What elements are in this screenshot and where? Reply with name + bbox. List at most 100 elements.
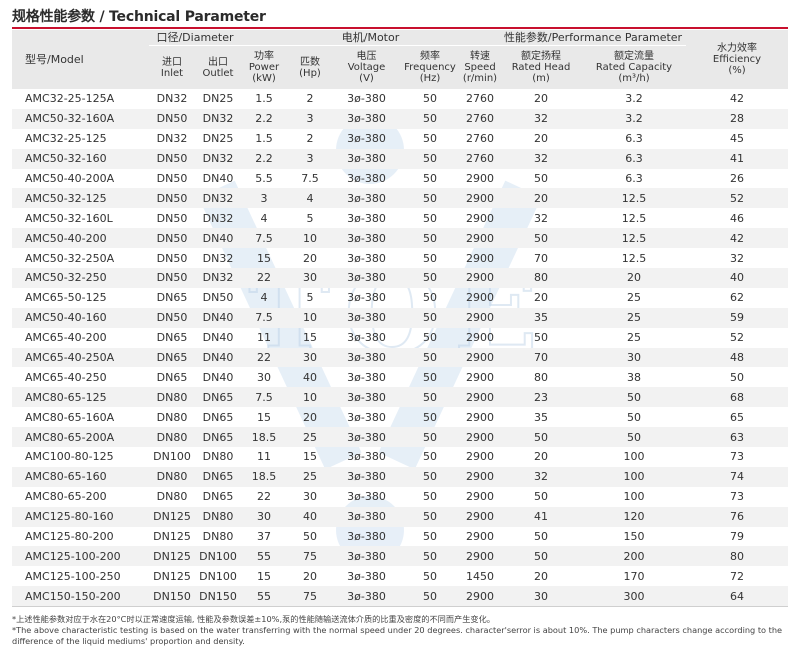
head-cn: 额定扬程 <box>521 51 561 62</box>
table-cell: 55 <box>241 546 287 567</box>
table-cell: 4 <box>260 211 268 225</box>
table-cell: 55 <box>241 586 287 608</box>
hp-cn: 匹数 <box>300 56 320 68</box>
table-cell: 76 <box>686 506 789 527</box>
table-cell: 41 <box>686 148 789 169</box>
header-outlet: 出口 Outlet <box>195 45 241 89</box>
table-cell: 3ø-380 <box>347 370 386 384</box>
table-cell: AMC65-50-125 <box>25 291 107 305</box>
table-cell: 10 <box>287 307 333 328</box>
table-cell: DN150 <box>149 586 195 608</box>
table-cell: 30 <box>241 506 287 527</box>
table-cell: 50 <box>400 427 460 448</box>
table-cell: 30 <box>287 268 333 288</box>
table-cell: DN32 <box>202 251 234 265</box>
footnote-cn: *上述性能参数对应于水在20°C时以正常速度运输, 性能及参数误差±10%,泵的… <box>12 614 495 624</box>
table-cell: 50 <box>400 228 460 249</box>
table-cell: DN150 <box>195 586 241 608</box>
table-cell: 40 <box>287 506 333 527</box>
table-cell: 2900 <box>466 291 494 305</box>
table-cell: 20 <box>534 569 548 583</box>
table-cell: 40 <box>686 268 789 288</box>
table-cell: 2 <box>306 132 314 146</box>
table-cell: 70 <box>534 251 548 265</box>
table-cell: 2900 <box>466 172 494 185</box>
table-cell: 3ø-380 <box>347 172 386 185</box>
table-cell: 300 <box>582 586 687 608</box>
table-cell: 50 <box>627 410 641 424</box>
table-cell: AMC80-65-200A <box>12 427 149 448</box>
table-cell: 18.5 <box>241 427 287 448</box>
header-rated-capacity: 额定流量 Rated Capacity (m³/h) <box>582 45 687 89</box>
table-cell: 3ø-380 <box>333 546 400 567</box>
table-cell: 3 <box>241 188 287 209</box>
table-row: AMC50-32-160L DN50 DN32 4 5 3ø-380 50 2900 32 12.… <box>12 208 788 228</box>
table-cell: 59 <box>686 307 789 328</box>
table-cell: 50 <box>582 427 687 448</box>
efficiency-en: Efficiency <box>712 54 762 65</box>
table-row: AMC125-80-160 DN125 DN80 30 40 3ø-380 50 2900 41… <box>12 506 789 527</box>
table-cell: 50 <box>400 546 460 567</box>
table-row: AMC50-40-200 DN50 DN40 7.5 10 3ø-380 50 2900 50 1… <box>12 228 789 249</box>
table-cell: AMC50-40-160 <box>12 307 149 328</box>
table-cell: DN100 <box>199 569 237 583</box>
table-cell: AMC65-40-250 <box>25 370 107 384</box>
table-cell: 73 <box>730 490 745 504</box>
table-cell: 20 <box>534 291 548 305</box>
table-cell: 65 <box>730 410 745 424</box>
cap-cn: 额定流量 <box>614 51 654 62</box>
table-cell: 25 <box>582 307 687 328</box>
table-cell: 2900 <box>466 410 494 424</box>
table-cell: 50 <box>423 530 437 544</box>
table-cell: 3ø-380 <box>347 331 386 345</box>
table-cell: 10 <box>287 228 333 249</box>
voltage-unit: (V) <box>359 73 374 84</box>
table-cell: 50 <box>400 586 460 608</box>
table-cell: 7.5 <box>241 228 287 249</box>
table-cell: AMC50-32-250A <box>25 251 115 265</box>
table-cell: 5.5 <box>255 172 273 185</box>
header-speed: 转速 Speed (r/min) <box>460 45 500 89</box>
technical-parameter-table: 型号/Model 口径/Diameter 电机/Motor 性能参数/Perfo… <box>12 30 789 608</box>
table-cell: 3ø-380 <box>333 387 400 408</box>
table-cell: 32 <box>500 148 582 169</box>
table-cell: 75 <box>287 546 333 567</box>
table-cell: 3ø-380 <box>333 108 400 129</box>
table-cell: 50 <box>400 466 460 487</box>
table-cell: 30 <box>257 370 271 384</box>
table-cell: 50 <box>400 148 460 169</box>
table-cell: 50 <box>534 172 548 185</box>
table-cell: AMC50-32-160A <box>12 108 149 129</box>
table-cell: 80 <box>534 370 548 384</box>
table-cell: 15 <box>303 450 317 464</box>
table-cell: DN50 <box>202 291 234 305</box>
table-cell: 80 <box>500 268 582 288</box>
table-cell: 52 <box>730 331 745 345</box>
outlet-en: Outlet <box>202 67 234 79</box>
table-cell: 22 <box>241 347 287 368</box>
table-cell: DN65 <box>195 427 241 448</box>
table-cell: AMC50-32-250 <box>12 268 149 288</box>
table-cell: 3ø-380 <box>333 268 400 288</box>
table-cell: 74 <box>686 466 789 487</box>
efficiency-cn: 水力效率 <box>717 43 758 54</box>
table-cell: 12.5 <box>621 251 647 265</box>
table-cell: 20 <box>534 450 548 464</box>
table-row: AMC65-40-250 DN65 DN40 30 40 3ø-380 50 2900 80 38… <box>12 367 788 387</box>
table-cell: AMC80-65-160A <box>25 410 115 424</box>
table-cell: 3 <box>287 148 333 169</box>
table-cell: 70 <box>500 347 582 368</box>
table-cell: 15 <box>257 251 271 265</box>
table-cell: 50 <box>400 506 460 527</box>
table-cell: 2900 <box>460 466 500 487</box>
table-cell: 170 <box>623 569 645 583</box>
table-cell: 2.2 <box>241 108 287 129</box>
table-cell: 32 <box>500 466 582 487</box>
table-cell: 41 <box>500 506 582 527</box>
table-cell: 120 <box>582 506 687 527</box>
table-cell: 50 <box>500 228 582 249</box>
table-cell: 2900 <box>460 427 500 448</box>
table-cell: 3ø-380 <box>347 530 386 544</box>
header-motor-group: 电机/Motor <box>241 30 500 46</box>
table-cell: 79 <box>730 530 745 544</box>
